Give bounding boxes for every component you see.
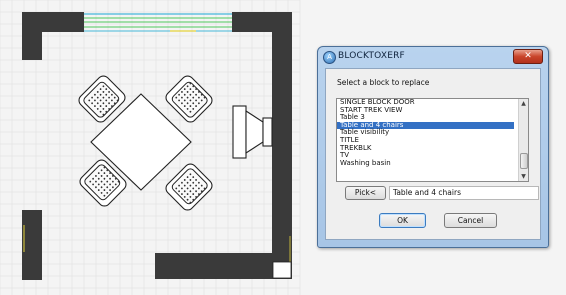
autocad-a-icon: A [323, 51, 336, 64]
chair-bottom-right[interactable] [164, 162, 215, 213]
column-base [272, 261, 292, 279]
block-list[interactable]: SINGLE BLOCK DOOR START TREK VIEW Table 3T… [336, 98, 529, 182]
ok-button[interactable]: OK [379, 213, 426, 228]
dialog-body: Select a block to replace SINGLE BLOCK D… [325, 68, 541, 240]
block-list-item[interactable]: Washing basin [337, 159, 514, 168]
chair-top-right[interactable] [164, 74, 215, 125]
select-block-prompt: Select a block to replace [337, 78, 430, 87]
wall-top-right [232, 12, 274, 32]
wall-right [272, 12, 292, 274]
wall-left-lower [22, 210, 42, 280]
scroll-down-arrow-icon[interactable]: ▼ [519, 172, 528, 181]
block-list-item[interactable]: Table visibility [337, 129, 514, 137]
window-top [84, 13, 232, 32]
wall-bottom [155, 253, 292, 279]
block-list-item[interactable]: TREKBLK [337, 144, 514, 153]
list-scrollbar[interactable]: ▲ ▼ [518, 99, 528, 181]
washing-basin-block[interactable] [232, 105, 273, 159]
wall-left-upper [22, 12, 42, 60]
dialog-titlebar[interactable]: A BLOCKTOXERF ✕ [318, 47, 548, 67]
dialog-title: BLOCKTOXERF [338, 51, 405, 61]
blocktoxerf-dialog: A BLOCKTOXERF ✕ Select a block to replac… [317, 46, 549, 248]
picked-block-field[interactable]: Table and 4 chairs [389, 186, 539, 200]
block-list-items: SINGLE BLOCK DOOR START TREK VIEW Table 3T… [337, 99, 528, 167]
close-button[interactable]: ✕ [513, 49, 543, 64]
pick-button[interactable]: Pick< [345, 186, 386, 200]
cancel-button[interactable]: Cancel [444, 213, 497, 228]
scroll-up-arrow-icon[interactable]: ▲ [519, 99, 528, 108]
scroll-thumb[interactable] [520, 153, 528, 169]
close-icon: ✕ [524, 51, 532, 61]
